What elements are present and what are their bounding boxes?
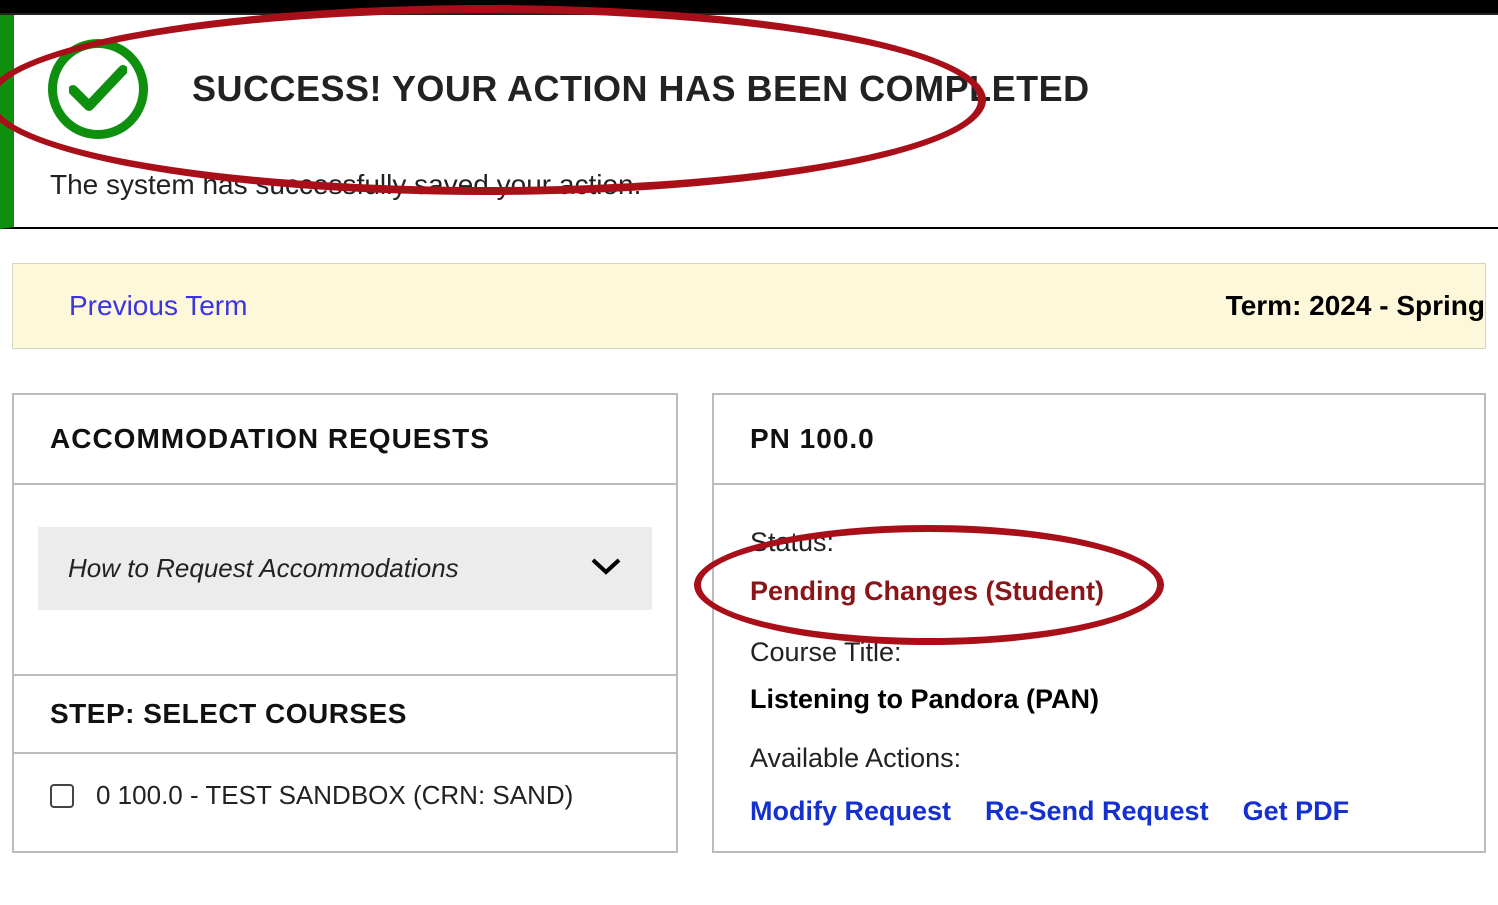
course-detail-body: Status: Pending Changes (Student) Course… <box>714 485 1484 851</box>
accommodation-requests-panel: ACCOMMODATION REQUESTS How to Request Ac… <box>12 393 678 853</box>
course-checkbox[interactable] <box>50 784 74 808</box>
course-detail-panel: PN 100.0 Status: Pending Changes (Studen… <box>712 393 1486 853</box>
banner-subtext: The system has successfully saved your a… <box>48 169 1468 201</box>
accordion-title: How to Request Accommodations <box>68 553 459 584</box>
term-bar: Previous Term Term: 2024 - Spring <box>12 263 1486 349</box>
status-label: Status: <box>750 527 1448 558</box>
get-pdf-link[interactable]: Get PDF <box>1243 796 1350 827</box>
check-circle-icon <box>48 39 148 139</box>
status-value: Pending Changes (Student) <box>750 576 1448 607</box>
banner-row: SUCCESS! YOUR ACTION HAS BEEN COMPLETED <box>48 39 1468 139</box>
term-label: Term: 2024 - Spring <box>1226 290 1485 322</box>
top-black-bar <box>0 0 1498 13</box>
previous-term-link[interactable]: Previous Term <box>69 290 247 322</box>
banner-title: SUCCESS! YOUR ACTION HAS BEEN COMPLETED <box>192 68 1090 110</box>
accommodation-requests-header: ACCOMMODATION REQUESTS <box>14 395 676 485</box>
action-links: Modify Request Re-Send Request Get PDF <box>750 796 1448 827</box>
success-banner: SUCCESS! YOUR ACTION HAS BEEN COMPLETED … <box>0 15 1498 229</box>
how-to-request-accordion[interactable]: How to Request Accommodations <box>38 527 652 610</box>
step-select-courses-header: STEP: SELECT COURSES <box>14 674 676 754</box>
course-detail-header: PN 100.0 <box>714 395 1484 485</box>
course-title-value: Listening to Pandora (PAN) <box>750 684 1448 715</box>
modify-request-link[interactable]: Modify Request <box>750 796 951 827</box>
course-option-label: 0 100.0 - TEST SANDBOX (CRN: SAND) <box>96 780 573 811</box>
columns: ACCOMMODATION REQUESTS How to Request Ac… <box>12 393 1486 853</box>
course-option-row: 0 100.0 - TEST SANDBOX (CRN: SAND) <box>14 754 676 811</box>
chevron-down-icon <box>590 556 622 581</box>
available-actions-label: Available Actions: <box>750 743 1448 774</box>
resend-request-link[interactable]: Re-Send Request <box>985 796 1209 827</box>
course-title-label: Course Title: <box>750 637 1448 668</box>
